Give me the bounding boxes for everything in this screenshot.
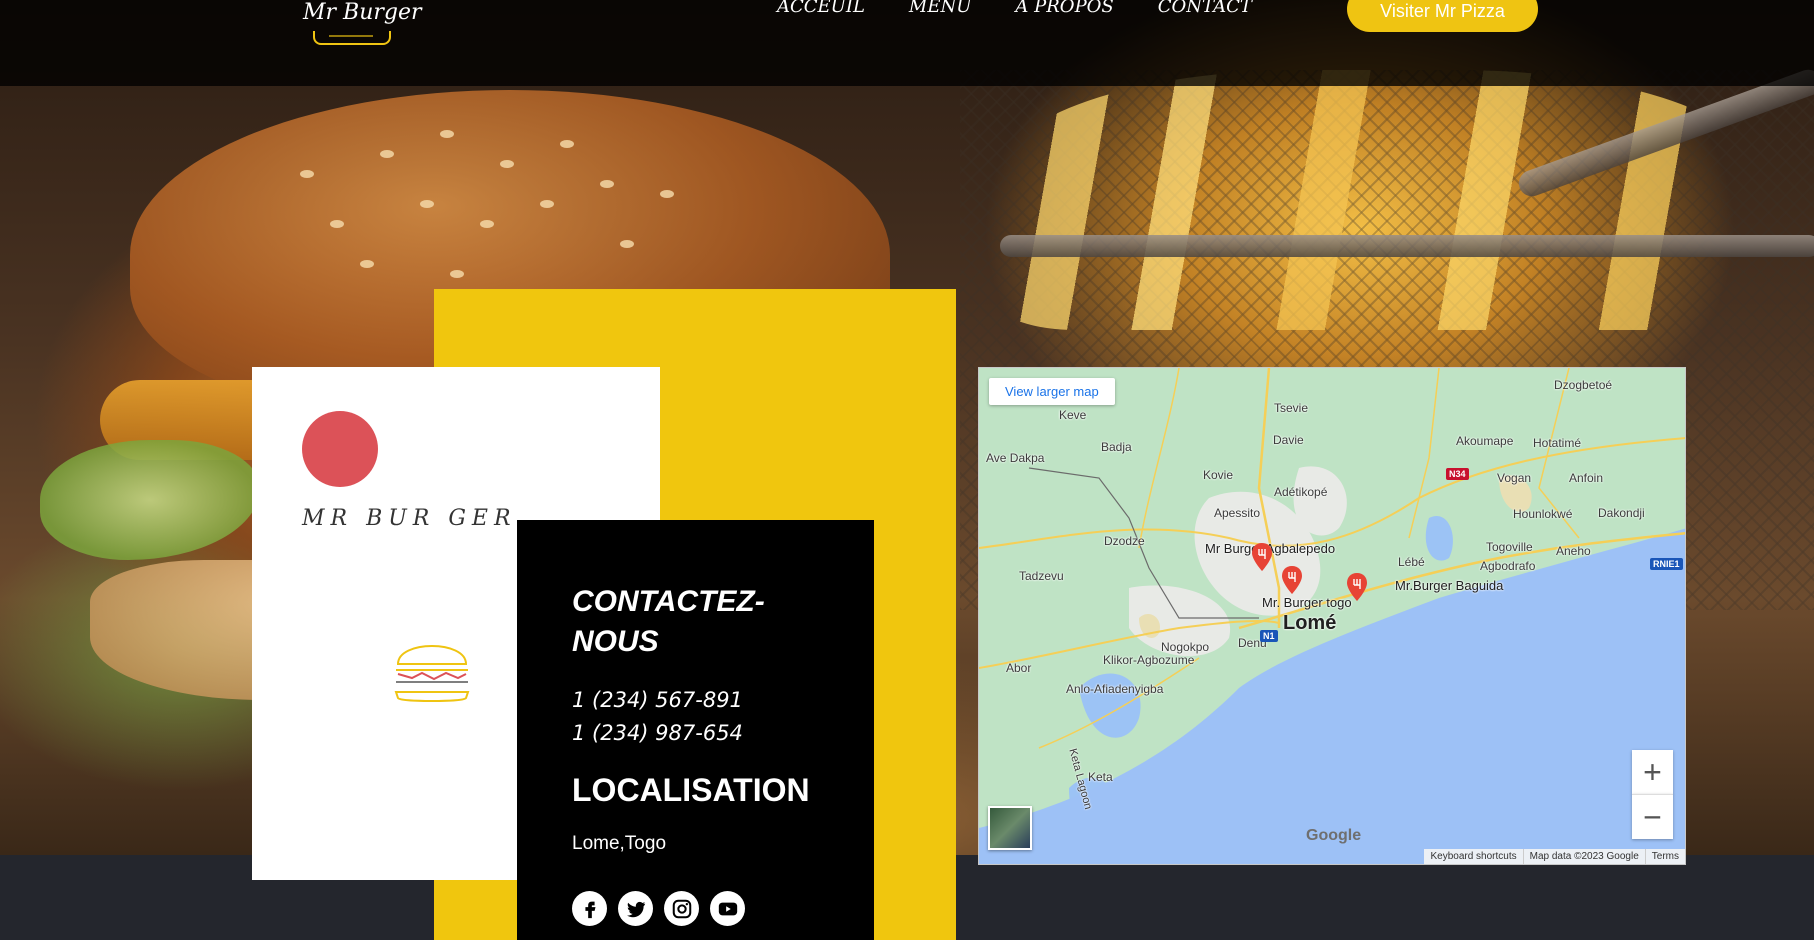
map-locality: Hotatimé <box>1533 436 1582 450</box>
twitter-icon[interactable] <box>618 891 653 926</box>
map-locality: Abor <box>1006 661 1032 675</box>
map-locality: Agbodrafo <box>1480 559 1536 573</box>
logo-badge-icon <box>313 31 391 45</box>
map-locality: Tsevie <box>1274 401 1309 415</box>
map-locality: Adétikopé <box>1274 485 1328 499</box>
map-locality: Togoville <box>1486 540 1533 554</box>
youtube-icon[interactable] <box>710 891 745 926</box>
map-data-text: Map data ©2023 Google <box>1522 849 1645 864</box>
visit-mr-pizza-button[interactable]: Visiter Mr Pizza <box>1347 0 1538 32</box>
map-pin-icon[interactable] <box>1346 573 1368 601</box>
map-locality: Keta <box>1088 770 1113 784</box>
logo[interactable]: Mr Burger <box>303 0 422 25</box>
map-locality: Keve <box>1059 408 1087 422</box>
terms-link[interactable]: Terms <box>1644 849 1685 864</box>
contact-title: CONTACTEZ-NOUS <box>572 585 765 658</box>
instagram-icon[interactable] <box>664 891 699 926</box>
map-locality: Lébé <box>1398 555 1425 569</box>
brand-wordmark: MR BUR GER <box>302 506 517 531</box>
satellite-toggle[interactable] <box>988 806 1032 850</box>
map-city-label: Lomé <box>1283 612 1337 634</box>
navbar: Mr Burger ACCEUIL MENU A PROPOS CONTACT … <box>0 0 1814 86</box>
map-locality: Dzodze <box>1104 534 1145 548</box>
map-locality: Badja <box>1101 440 1132 454</box>
map-locality: Anlo-Afiadenyigba <box>1066 682 1164 696</box>
lettuce-layer-image <box>40 440 260 560</box>
zoom-in-button[interactable]: + <box>1632 750 1673 794</box>
keyboard-shortcuts-link[interactable]: Keyboard shortcuts <box>1424 849 1522 864</box>
zoom-out-button[interactable]: − <box>1632 794 1673 839</box>
map-pin-icon[interactable] <box>1251 543 1273 571</box>
burger-icon <box>394 645 470 702</box>
map-locality: Kovie <box>1203 468 1234 482</box>
nav-link-menu[interactable]: MENU <box>909 0 972 17</box>
map-locality: Ave Dakpa <box>986 451 1045 465</box>
phone-number[interactable]: 1 (234) 987-654 <box>572 721 743 745</box>
location-text: Lome,Togo <box>572 833 667 854</box>
fries-image <box>1000 70 1760 330</box>
map-pin-icon[interactable] <box>1281 566 1303 594</box>
map-locality: Nogokpo <box>1161 640 1210 654</box>
social-links <box>572 891 745 926</box>
map-attribution: Keyboard shortcuts Map data ©2023 Google… <box>1424 849 1685 864</box>
nav-link-acceuil[interactable]: ACCEUIL <box>777 0 865 17</box>
map-place-label: Mr. Burger togo <box>1262 595 1352 610</box>
route-badge: N1 <box>1260 630 1278 642</box>
google-logo: Google <box>1306 827 1362 844</box>
location-title: LOCALISATION <box>572 772 810 808</box>
map-locality: Dakondji <box>1598 506 1645 520</box>
map-locality: Davie <box>1273 433 1304 447</box>
location-map[interactable]: Keve Tsevie Dzogbetoé Badja Davie Ave Da… <box>978 367 1686 865</box>
map-locality: Dzogbetoé <box>1554 378 1613 392</box>
map-locality: Anfoin <box>1569 471 1604 485</box>
basket-rim-image <box>1000 235 1814 257</box>
route-badge: RNIE1 <box>1650 558 1683 570</box>
nav-links: ACCEUIL MENU A PROPOS CONTACT <box>777 0 1252 17</box>
map-locality: Apessito <box>1214 506 1261 520</box>
map-locality: Akoumape <box>1456 434 1514 448</box>
map-locality: Hounlokwé <box>1513 507 1573 521</box>
brand-circle <box>302 411 378 487</box>
map-locality: Aneho <box>1556 544 1591 558</box>
map-place-label: Mr.Burger Baguida <box>1395 578 1504 593</box>
route-badge: N34 <box>1446 468 1469 480</box>
nav-link-a-propos[interactable]: A PROPOS <box>1015 0 1113 17</box>
map-locality: Vogan <box>1497 471 1532 485</box>
map-locality: Tadzevu <box>1019 569 1064 583</box>
phone-number[interactable]: 1 (234) 567-891 <box>572 688 743 712</box>
view-larger-map-link[interactable]: View larger map <box>989 378 1115 405</box>
facebook-icon[interactable] <box>572 891 607 926</box>
nav-link-contact[interactable]: CONTACT <box>1158 0 1252 17</box>
map-locality: Klikor-Agbozume <box>1103 653 1195 667</box>
